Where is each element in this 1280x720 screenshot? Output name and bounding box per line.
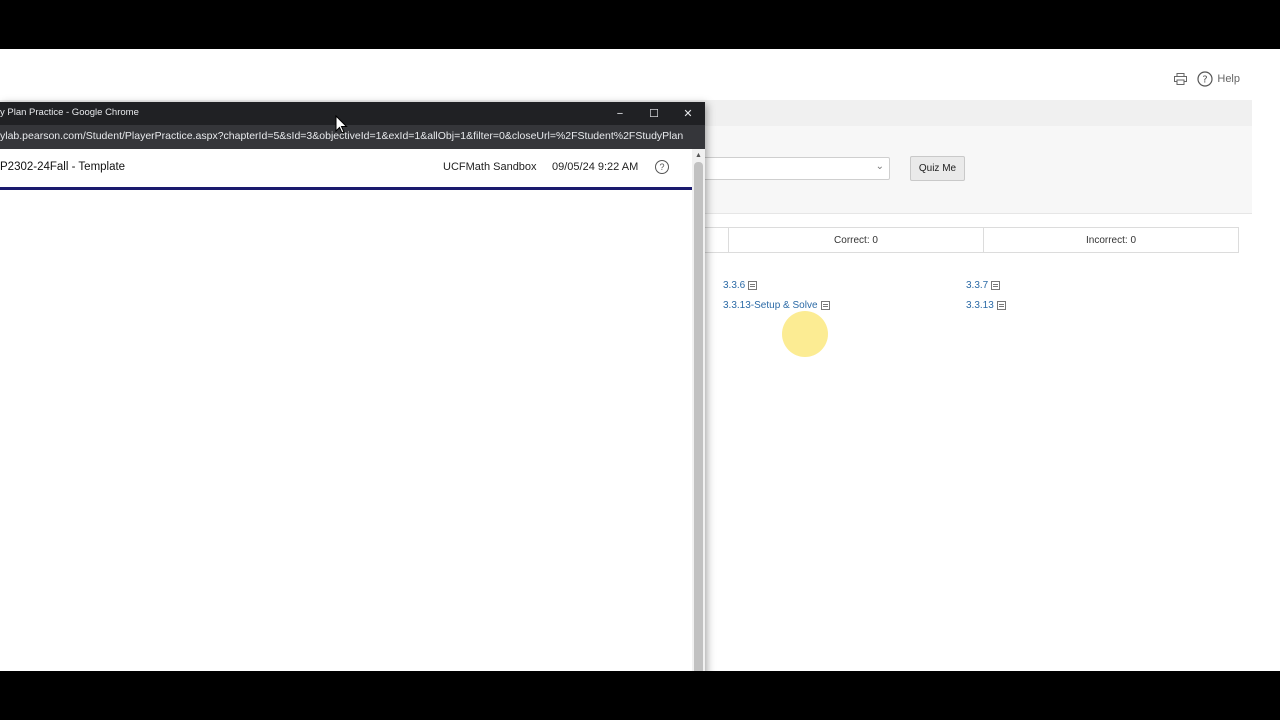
svg-text:?: ? — [1203, 75, 1208, 86]
score-row: Correct: 0 Incorrect: 0 — [690, 227, 1239, 253]
desktop-screen: ? Help ⌄ Quiz Me Correct: 0 Incorrect: 0… — [0, 49, 1280, 671]
vertical-scrollbar[interactable]: ▲ ▼ — [692, 149, 705, 671]
chevron-down-icon: ⌄ — [875, 161, 884, 172]
exercise-label: 3.3.6 — [723, 280, 746, 291]
correct-count: Correct: 0 — [728, 228, 983, 252]
player-content: P2302-24Fall - Template UCFMath Sandbox … — [0, 149, 692, 671]
course-header: P2302-24Fall - Template UCFMath Sandbox … — [0, 149, 692, 190]
exercise-label: 3.3.13-Setup & Solve — [723, 300, 818, 311]
section-select[interactable]: ⌄ — [690, 157, 890, 180]
page-toolbar: ? Help — [1174, 71, 1240, 87]
exercise-link[interactable]: 3.3.6 — [723, 280, 758, 291]
exercise-icon — [748, 281, 758, 290]
exercise-label: 3.3.7 — [966, 280, 989, 291]
course-title: P2302-24Fall - Template — [0, 161, 126, 173]
exercise-link[interactable]: 3.3.7 — [966, 280, 1001, 291]
course-datetime: 09/05/24 9:22 AM — [552, 161, 639, 173]
help-link[interactable]: ? Help — [1197, 71, 1240, 87]
minimize-button[interactable]: − — [603, 102, 637, 125]
scroll-thumb[interactable] — [694, 162, 703, 671]
exercise-icon — [996, 301, 1006, 310]
click-highlight — [782, 311, 828, 357]
quiz-me-button[interactable]: Quiz Me — [910, 156, 965, 181]
help-icon[interactable]: ? — [655, 160, 669, 174]
maximize-button[interactable]: ☐ — [637, 102, 671, 125]
exercise-label: 3.3.13 — [966, 300, 994, 311]
window-title-bar[interactable]: y Plan Practice - Google Chrome − ☐ ✕ — [0, 102, 705, 125]
mouse-pointer-icon — [335, 114, 348, 140]
exercise-link[interactable]: 3.3.13 — [966, 300, 1006, 311]
address-bar[interactable]: ylab.pearson.com/Student/PlayerPractice.… — [0, 125, 705, 149]
exercise-icon — [820, 301, 830, 310]
print-icon[interactable] — [1174, 73, 1188, 85]
scroll-up-icon[interactable]: ▲ — [692, 149, 705, 161]
window-title: y Plan Practice - Google Chrome — [0, 107, 139, 118]
course-name: UCFMath Sandbox — [443, 161, 537, 173]
help-circle-icon: ? — [1197, 71, 1213, 87]
exercise-link[interactable]: 3.3.13-Setup & Solve — [723, 300, 830, 311]
exercise-icon — [991, 281, 1001, 290]
chrome-popup-window: y Plan Practice - Google Chrome − ☐ ✕ yl… — [0, 102, 705, 671]
window-controls: − ☐ ✕ — [603, 102, 705, 125]
incorrect-count: Incorrect: 0 — [983, 228, 1238, 252]
close-button[interactable]: ✕ — [671, 102, 705, 125]
help-label: Help — [1217, 73, 1240, 85]
